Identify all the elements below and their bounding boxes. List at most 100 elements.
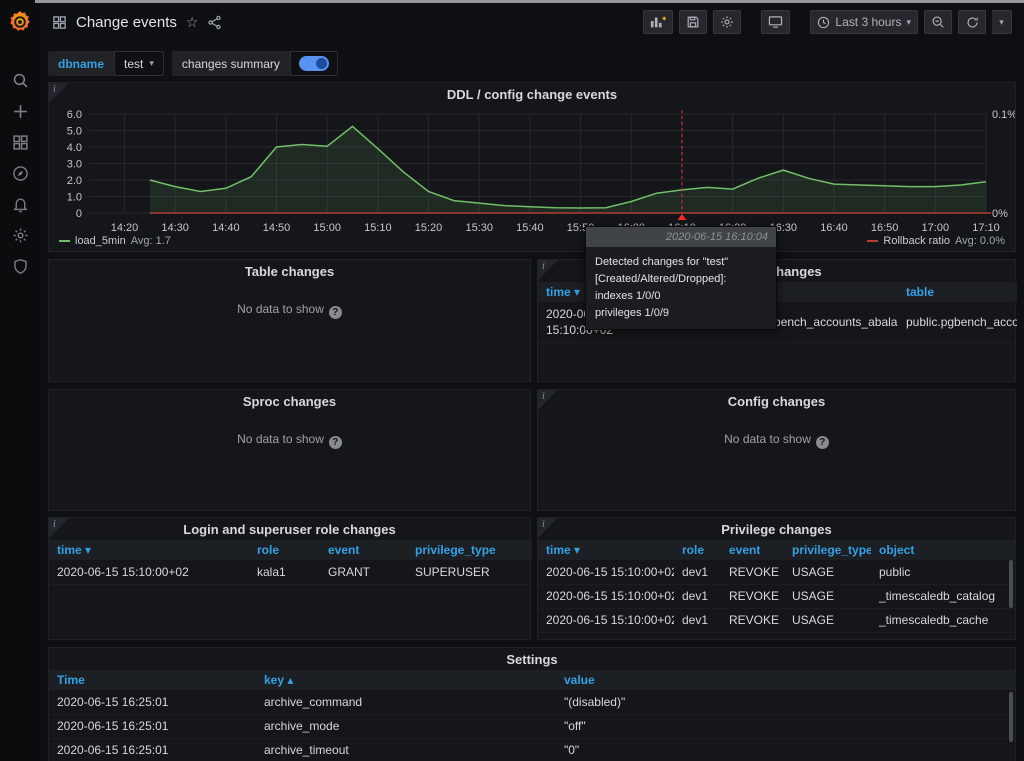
column-header[interactable]: value — [556, 670, 1016, 690]
alerting-icon[interactable] — [12, 196, 29, 213]
variable-dbname-label: dbname — [48, 51, 114, 76]
add-panel-button[interactable] — [643, 10, 673, 34]
table-cell: USAGE — [784, 584, 871, 608]
table-cell: 2020-06-15 15:10:00+02 — [538, 632, 674, 640]
tooltip-line: [Created/Altered/Dropped]: indexes 1/0/0 — [595, 271, 767, 305]
tooltip-line: Detected changes for "test" — [595, 254, 767, 271]
column-header[interactable]: role — [674, 540, 721, 560]
save-icon — [686, 15, 700, 29]
tv-mode-button[interactable] — [761, 10, 790, 34]
column-header[interactable]: time ▾ — [538, 540, 674, 560]
column-header[interactable]: privilege_type — [407, 540, 532, 560]
scrollbar-thumb[interactable] — [1009, 692, 1013, 742]
security-icon[interactable] — [12, 258, 29, 275]
panel-info-icon[interactable]: i — [49, 83, 69, 103]
refresh-button[interactable] — [958, 10, 986, 34]
panel-title[interactable]: Privilege changes — [538, 518, 1015, 540]
help-question-icon[interactable]: ? — [329, 306, 342, 319]
variable-dbname-select[interactable]: test ▾ — [114, 51, 164, 76]
column-header[interactable]: time ▾ — [49, 540, 249, 560]
clock-icon — [817, 16, 830, 29]
column-header[interactable]: Time — [49, 670, 256, 690]
scrollbar-thumb[interactable] — [1009, 560, 1013, 608]
column-header[interactable]: event — [721, 540, 784, 560]
panel-info-icon[interactable]: i — [538, 518, 558, 538]
table-cell: archive_command — [256, 690, 556, 714]
table-row: 2020-06-15 15:10:00+02dev1REVOKEUSAGE_ti… — [538, 584, 1016, 608]
changes-summary-toggle[interactable] — [290, 51, 338, 76]
table-cell: SUPERUSER — [407, 560, 532, 584]
panel-title[interactable]: Login and superuser role changes — [49, 518, 530, 540]
panel-title[interactable]: Config changes — [538, 390, 1015, 412]
table-cell: 2020-06-15 15:10:00+02 — [49, 560, 249, 584]
panel-sproc-changes: Sproc changes No data to show? — [48, 389, 531, 511]
explore-icon[interactable] — [12, 165, 29, 182]
table-cell: "off" — [556, 714, 1016, 738]
chevron-down-icon: ▾ — [999, 17, 1004, 28]
axis-label: 15:00 — [313, 222, 341, 234]
panel-title[interactable]: Sproc changes — [49, 390, 530, 412]
column-header[interactable]: table — [898, 282, 1017, 302]
time-range-label: Last 3 hours — [835, 15, 901, 29]
panel-info-icon[interactable]: i — [49, 518, 69, 538]
series-avg: Avg: 0.0% — [955, 235, 1005, 247]
table-row: 2020-06-15 15:10:00+02kala1GRANTSUPERUSE… — [49, 560, 532, 584]
axis-label: 16:50 — [871, 222, 899, 234]
panel-ddl-config-change-events: i DDL / config change events 01.02.03.04… — [48, 82, 1016, 252]
help-question-icon[interactable]: ? — [329, 436, 342, 449]
table-cell: dev1 — [674, 560, 721, 584]
time-picker-button[interactable]: Last 3 hours ▾ — [810, 10, 918, 34]
refresh-icon — [966, 16, 979, 29]
table-cell: USAGE — [784, 608, 871, 632]
panel-config-changes: i Config changes No data to show? — [537, 389, 1016, 511]
table-cell: dev1 — [674, 584, 721, 608]
column-header[interactable]: role — [249, 540, 320, 560]
share-icon[interactable] — [207, 15, 222, 30]
zoom-out-time-button[interactable] — [924, 10, 952, 34]
timeseries-chart[interactable]: 01.02.03.04.05.06.00.1%0%14:2014:3014:40… — [49, 105, 1015, 235]
legend-item-rollback-ratio[interactable]: Rollback ratio Avg: 0.0% — [867, 234, 1005, 248]
settings-gear-icon — [720, 15, 734, 29]
star-icon[interactable]: ☆ — [186, 14, 199, 31]
table-cell: 2020-06-15 15:10:00+02 — [538, 560, 674, 584]
table-cell: USAGE — [784, 560, 871, 584]
table-cell: dev1 — [674, 632, 721, 640]
panel-info-icon[interactable]: i — [538, 390, 558, 410]
refresh-interval-dropdown[interactable]: ▾ — [992, 10, 1012, 34]
settings-table: Timekey ▴value 2020-06-15 16:25:01archiv… — [49, 670, 1016, 761]
search-icon[interactable] — [12, 72, 29, 89]
grafana-logo-icon[interactable] — [7, 9, 33, 35]
panel-info-icon[interactable]: i — [538, 260, 558, 280]
axis-label: 14:30 — [161, 222, 189, 234]
panel-title[interactable]: DDL / config change events — [49, 83, 1015, 105]
panel-title[interactable]: Table changes — [49, 260, 530, 282]
table-cell: archive_timeout — [256, 738, 556, 761]
series-area-0 — [150, 126, 986, 213]
column-header[interactable]: event — [320, 540, 407, 560]
axis-label: 14:20 — [111, 222, 139, 234]
panel-title[interactable]: Settings — [49, 648, 1015, 670]
add-icon[interactable] — [12, 103, 29, 120]
page-title[interactable]: Change events — [76, 14, 177, 31]
table-cell: REVOKE — [721, 632, 784, 640]
table-row: 2020-06-15 15:10:00+02dev1REVOKEUSAGE_ti… — [538, 632, 1016, 640]
save-dashboard-button[interactable] — [679, 10, 707, 34]
axis-label: 14:40 — [212, 222, 240, 234]
help-question-icon[interactable]: ? — [816, 436, 829, 449]
dashboard-settings-button[interactable] — [713, 10, 741, 34]
axis-label: 4.0 — [67, 142, 82, 154]
column-header[interactable]: object — [871, 540, 1016, 560]
column-header[interactable]: key ▴ — [256, 670, 556, 690]
axis-label: 15:20 — [415, 222, 443, 234]
table-cell: dev1 — [674, 608, 721, 632]
axis-label: 14:50 — [263, 222, 291, 234]
axis-label: 15:10 — [364, 222, 392, 234]
legend-item-load5min[interactable]: load_5min Avg: 1.7 — [59, 234, 171, 248]
no-data-message: No data to show? — [538, 432, 1015, 449]
annotation-marker-icon[interactable] — [677, 214, 686, 220]
dashboards-icon[interactable] — [12, 134, 29, 151]
table-cell: kala1 — [249, 560, 320, 584]
column-header[interactable]: privilege_type — [784, 540, 871, 560]
configuration-icon[interactable] — [12, 227, 29, 244]
table-cell: "(disabled)" — [556, 690, 1016, 714]
